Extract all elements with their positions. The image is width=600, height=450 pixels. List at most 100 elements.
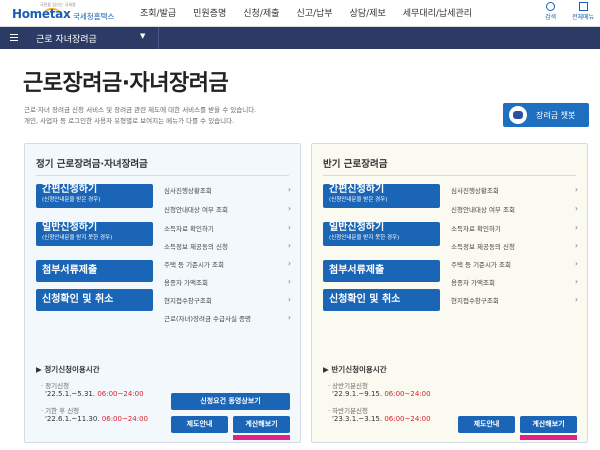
service-label: 현지접수창구조회 xyxy=(164,297,212,305)
button-label: 일반신청하기 xyxy=(329,222,385,233)
hours-title: ▶ 반기신청이용시간 xyxy=(323,365,387,374)
button-label: 일반신청하기 xyxy=(42,222,98,233)
button-label: 신청확인 및 취소 xyxy=(42,294,114,305)
service-link-valuation[interactable]: 용종자 가액조회 › xyxy=(451,277,578,291)
service-label: 현지접수창구조회 xyxy=(451,297,499,305)
all-menu-button[interactable]: 전체메뉴 xyxy=(572,2,594,21)
service-link-review-status[interactable]: 심사진행상황조회 › xyxy=(451,185,578,199)
service-label: 소득정보 제공동의 신청 xyxy=(164,243,228,251)
menu-item-consult[interactable]: 상담/제보 xyxy=(350,6,386,19)
period-dates: '22.5.1.~5.31. xyxy=(45,390,96,398)
service-link-house-price[interactable]: 주택 등 기준시가 조회 › xyxy=(451,259,578,273)
period-label: · 기한 후 신청 xyxy=(41,407,80,415)
chevron-right-icon: › xyxy=(575,295,578,304)
service-label: 소득정보 제공동의 신청 xyxy=(451,243,515,251)
service-link-certificate[interactable]: 근로(자녀)장려금 수급사실 증명 › xyxy=(164,313,291,327)
highlight-marker xyxy=(520,435,577,440)
service-link-target-check[interactable]: 신청안내대상 여부 조회 › xyxy=(164,204,291,218)
service-link-review-status[interactable]: 심사진행상황조회 › xyxy=(164,185,291,199)
service-label: 용종자 가액조회 xyxy=(451,279,495,287)
regular-incentive-panel: 정기 근로장려금·자녀장려금 간편신청하기 (신청안내문을 받은 경우) 일반신… xyxy=(24,143,301,443)
chevron-right-icon: › xyxy=(575,277,578,286)
simple-apply-button[interactable]: 간편신청하기 (신청안내문을 받은 경우) xyxy=(36,184,153,208)
main-menu: 조회/발급 민원증명 신청/제출 신고/납부 상담/제보 세무대리/납세관리 xyxy=(140,6,489,19)
chevron-right-icon: › xyxy=(575,259,578,268)
period-value: '22.5.1.~5.31. 06:00~24:00 xyxy=(45,390,144,398)
confirm-cancel-button[interactable]: 신청확인 및 취소 xyxy=(36,289,153,311)
chevron-right-icon: › xyxy=(288,185,291,194)
robot-icon xyxy=(509,106,527,124)
service-label: 주택 등 기준시가 조회 xyxy=(451,261,512,269)
service-link-house-price[interactable]: 주택 등 기준시가 조회 › xyxy=(164,259,291,273)
service-link-valuation[interactable]: 용종자 가액조회 › xyxy=(164,277,291,291)
breadcrumb-title[interactable]: 근로 자녀장려금 xyxy=(36,32,97,45)
panel-title: 반기 근로장려금 xyxy=(323,159,388,170)
chevron-right-icon: › xyxy=(575,241,578,250)
service-link-target-check[interactable]: 신청안내대상 여부 조회 › xyxy=(451,204,578,218)
period-dates: '22.6.1.~11.30. xyxy=(45,415,100,423)
service-link-income-data[interactable]: 소득자료 확인하기 › xyxy=(451,223,578,237)
caret-down-icon[interactable]: ▼ xyxy=(140,32,145,40)
confirm-cancel-button[interactable]: 신청확인 및 취소 xyxy=(323,289,440,311)
requirements-video-button[interactable]: 신청요건 동영상보기 xyxy=(171,393,290,410)
chevron-right-icon: › xyxy=(575,223,578,232)
hamburger-icon[interactable] xyxy=(10,34,18,41)
calculate-button[interactable]: 계산해보기 xyxy=(520,416,577,433)
service-label: 심사진행상황조회 xyxy=(451,187,499,195)
menu-item-report[interactable]: 신고/납부 xyxy=(296,6,332,19)
menu-item-apply[interactable]: 신청/제출 xyxy=(243,6,279,19)
button-label: 첨부서류제출 xyxy=(329,265,385,276)
button-sublabel: (신청안내문을 받지 못한 경우) xyxy=(329,235,400,241)
menu-item-agent[interactable]: 세무대리/납세관리 xyxy=(403,6,472,19)
chevron-right-icon: › xyxy=(288,277,291,286)
button-label: 첨부서류제출 xyxy=(42,265,98,276)
service-label: 근로(자녀)장려금 수급사실 증명 xyxy=(164,315,251,323)
service-label: 주택 등 기준시가 조회 xyxy=(164,261,225,269)
button-label: 신청확인 및 취소 xyxy=(329,294,401,305)
calculate-button[interactable]: 계산해보기 xyxy=(233,416,290,433)
service-link-counter[interactable]: 현지접수창구조회 › xyxy=(164,295,291,309)
general-apply-button[interactable]: 일반신청하기 (신청안내문을 받지 못한 경우) xyxy=(323,222,440,246)
search-button[interactable]: 검색 xyxy=(545,2,556,21)
hours-title-text: 반기신청이용시간 xyxy=(331,365,387,374)
page-title: 근로장려금·자녀장려금 xyxy=(23,71,229,96)
service-link-consent[interactable]: 소득정보 제공동의 신청 › xyxy=(451,241,578,255)
chevron-right-icon: › xyxy=(575,204,578,213)
button-label: 간편신청하기 xyxy=(42,184,98,195)
system-guide-button[interactable]: 제도안내 xyxy=(171,416,228,433)
general-apply-button[interactable]: 일반신청하기 (신청안내문을 받지 못한 경우) xyxy=(36,222,153,246)
period-dates: '22.9.1.~9.15. xyxy=(332,390,383,398)
period-label: · 상반기분신청 xyxy=(328,382,369,390)
hours-title: ▶ 정기신청이용시간 xyxy=(36,365,100,374)
page-desc-1: 근로·자녀 장려금 신청 서비스 및 장려금 관련 제도에 대한 서비스를 받을… xyxy=(24,106,257,114)
service-link-consent[interactable]: 소득정보 제공동의 신청 › xyxy=(164,241,291,255)
attach-docs-button[interactable]: 첨부서류제출 xyxy=(36,260,153,282)
period-value: '23.3.1.~3.15. 06:00~24:00 xyxy=(332,415,431,423)
service-label: 신청안내대상 여부 조회 xyxy=(451,206,515,214)
button-sublabel: (신청안내문을 받지 못한 경우) xyxy=(42,235,113,241)
period-time: 06:00~24:00 xyxy=(384,390,431,398)
chevron-right-icon: › xyxy=(575,185,578,194)
chevron-right-icon: › xyxy=(288,313,291,322)
panel-title: 정기 근로장려금·자녀장려금 xyxy=(36,159,148,170)
service-label: 소득자료 확인하기 xyxy=(451,225,501,233)
period-dates: '23.3.1.~3.15. xyxy=(332,415,383,423)
period-time: 06:00~24:00 xyxy=(101,415,148,423)
breadcrumb-bar: 근로 자녀장려금 ▼ xyxy=(0,27,600,49)
button-sublabel: (신청안내문을 받은 경우) xyxy=(42,197,101,203)
hometax-logo[interactable]: 국민을 섬기는 국세청 Hometax 국세청홈택스 xyxy=(4,2,116,25)
attach-docs-button[interactable]: 첨부서류제출 xyxy=(323,260,440,282)
service-link-counter[interactable]: 현지접수창구조회 › xyxy=(451,295,578,309)
hours-title-text: 정기신청이용시간 xyxy=(44,365,100,374)
menu-item-civil[interactable]: 민원증명 xyxy=(193,6,226,19)
chevron-right-icon: › xyxy=(288,295,291,304)
chevron-right-icon: › xyxy=(288,259,291,268)
top-header: 국민을 섬기는 국세청 Hometax 국세청홈택스 조회/발급 민원증명 신청… xyxy=(0,0,600,27)
chevron-right-icon: › xyxy=(288,204,291,213)
simple-apply-button[interactable]: 간편신청하기 (신청안내문을 받은 경우) xyxy=(323,184,440,208)
system-guide-button[interactable]: 제도안내 xyxy=(458,416,515,433)
menu-item-inquiry[interactable]: 조회/발급 xyxy=(140,6,176,19)
service-link-income-data[interactable]: 소득자료 확인하기 › xyxy=(164,223,291,237)
period-value: '22.6.1.~11.30. 06:00~24:00 xyxy=(45,415,148,423)
chatbot-button[interactable]: 장려금 챗봇 xyxy=(503,103,589,127)
